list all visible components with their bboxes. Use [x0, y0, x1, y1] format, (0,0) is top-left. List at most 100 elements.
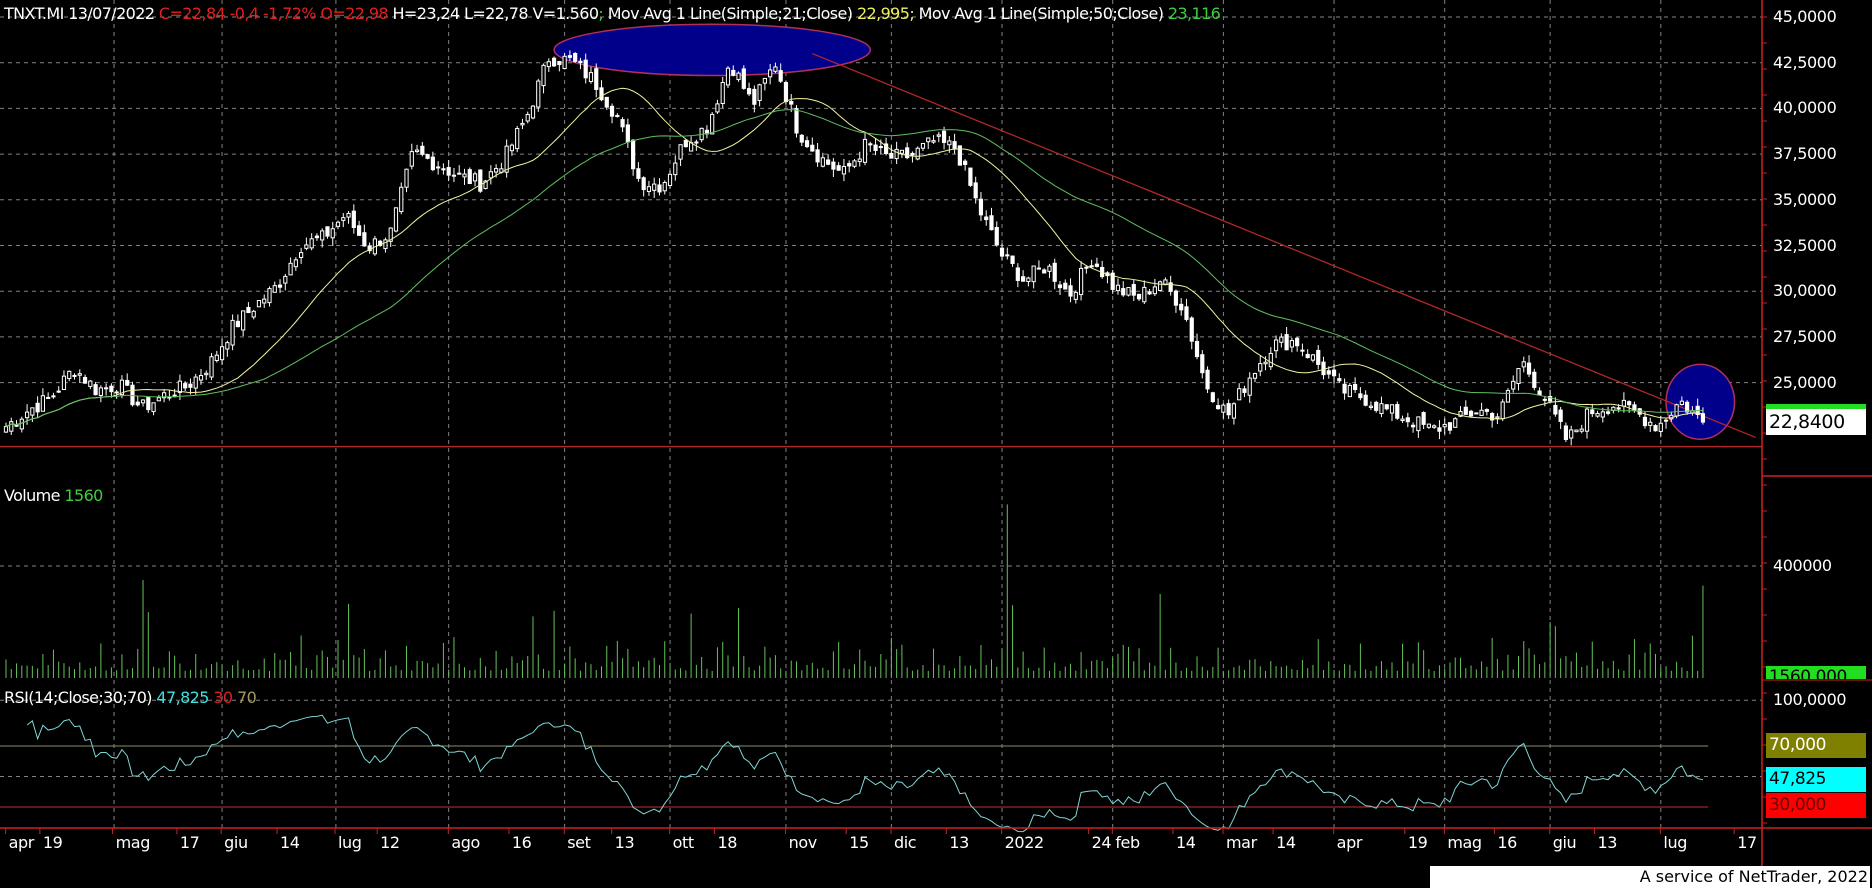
- candle-body: [204, 372, 209, 376]
- rsi-30-box: 30,000: [1766, 793, 1866, 818]
- candle-body: [931, 140, 936, 143]
- candle-body: [1648, 421, 1653, 426]
- candle: [393, 207, 399, 233]
- candle-body: [905, 147, 910, 159]
- candle-body: [283, 275, 288, 284]
- candle-body: [731, 69, 736, 76]
- candle: [1126, 287, 1131, 297]
- candle-body: [562, 55, 567, 70]
- candle: [478, 169, 483, 193]
- candle-body: [1263, 361, 1268, 365]
- rsi-high-level: 70: [236, 688, 257, 707]
- price-tick-label: 30,0000: [1773, 281, 1837, 301]
- candle-body: [330, 228, 335, 239]
- candle-body: [1205, 369, 1210, 390]
- x-axis-label: 14: [1175, 833, 1196, 852]
- candle-body: [847, 163, 852, 167]
- x-axis-label: 13: [949, 833, 969, 852]
- candle-body: [604, 96, 609, 108]
- price-tick-label: 45,0000: [1773, 7, 1837, 26]
- symbol-date: TNXT.MI 13/07/2022: [4, 4, 155, 23]
- candle-body: [14, 424, 19, 427]
- candle-body: [1316, 349, 1321, 365]
- price-tick-label: 35,0000: [1773, 189, 1837, 209]
- candle-body: [1584, 408, 1590, 432]
- candle-body: [1558, 409, 1563, 422]
- candle-body: [356, 225, 362, 236]
- candle-body: [420, 145, 425, 155]
- stock-chart[interactable]: [0, 0, 1872, 888]
- candle-body: [67, 370, 72, 379]
- candle-body: [1173, 290, 1179, 306]
- candle-body: [841, 166, 847, 175]
- x-axis-label: 15: [849, 833, 869, 852]
- candle-body: [1216, 405, 1221, 410]
- candle-body: [1389, 404, 1395, 414]
- candle-body: [530, 105, 536, 119]
- x-axis-label: 19: [42, 833, 63, 852]
- candle-body: [414, 149, 420, 153]
- candle-body: [325, 226, 330, 237]
- candle-body: [1569, 429, 1574, 439]
- background: [0, 0, 1872, 888]
- candle-body: [1468, 410, 1474, 417]
- x-axis-label: set: [567, 833, 591, 852]
- candle-body: [1337, 378, 1342, 382]
- candle-body: [1194, 340, 1200, 358]
- high-low-volume: H=23,24 L=22,78 V=1.560: [392, 4, 600, 23]
- candle-body: [98, 387, 103, 396]
- volume-panel-label: Volume 1560: [4, 486, 103, 505]
- candle-body: [678, 144, 683, 160]
- candle-body: [1616, 407, 1621, 410]
- candle-body: [999, 247, 1005, 257]
- candle-body: [209, 356, 214, 378]
- candle-body: [899, 149, 904, 154]
- candle-body: [409, 151, 414, 167]
- candle-body: [1258, 363, 1263, 372]
- rsi-value: 47,825: [156, 688, 209, 707]
- candle-body: [1094, 263, 1099, 267]
- rsi-low-level: 30: [213, 688, 233, 707]
- candle-body: [24, 411, 30, 419]
- candle-body: [1184, 306, 1189, 320]
- candle-body: [804, 140, 810, 148]
- candle-body: [736, 72, 741, 81]
- candle: [1574, 429, 1579, 433]
- candle-body: [1600, 411, 1605, 418]
- candle: [725, 66, 731, 88]
- candle-body: [140, 399, 146, 404]
- candle-body: [1073, 291, 1078, 300]
- candle-body: [272, 285, 277, 293]
- candle-body: [1532, 371, 1537, 388]
- candle-body: [926, 137, 931, 143]
- candle-body: [9, 421, 14, 432]
- candle: [1474, 412, 1479, 415]
- candle-body: [746, 88, 752, 95]
- candle-body: [1453, 418, 1458, 428]
- candle-body: [61, 375, 67, 390]
- candle-body: [1221, 404, 1226, 413]
- candle-body: [1226, 403, 1231, 416]
- candle-body: [1500, 401, 1505, 420]
- candle: [536, 78, 541, 112]
- candle-body: [341, 217, 346, 221]
- ma21-value: 22,995: [856, 4, 910, 23]
- candle-body: [810, 144, 815, 152]
- x-axis-label: ago: [451, 833, 480, 852]
- candle-body: [1574, 429, 1579, 433]
- candle-body: [1084, 266, 1089, 269]
- candle: [130, 381, 135, 407]
- candle: [1395, 401, 1400, 420]
- candle-body: [19, 418, 24, 430]
- candle-body: [768, 69, 773, 78]
- candle: [256, 300, 262, 308]
- candle-body: [320, 230, 325, 241]
- candle-body: [1642, 416, 1648, 427]
- candle: [1500, 399, 1505, 422]
- candle-body: [1384, 404, 1389, 410]
- x-axis-label: mag: [115, 833, 151, 852]
- candle-body: [1674, 404, 1679, 417]
- annotation-ellipse: [553, 23, 872, 77]
- x-axis-label: giu: [224, 833, 248, 852]
- candle-body: [778, 70, 783, 82]
